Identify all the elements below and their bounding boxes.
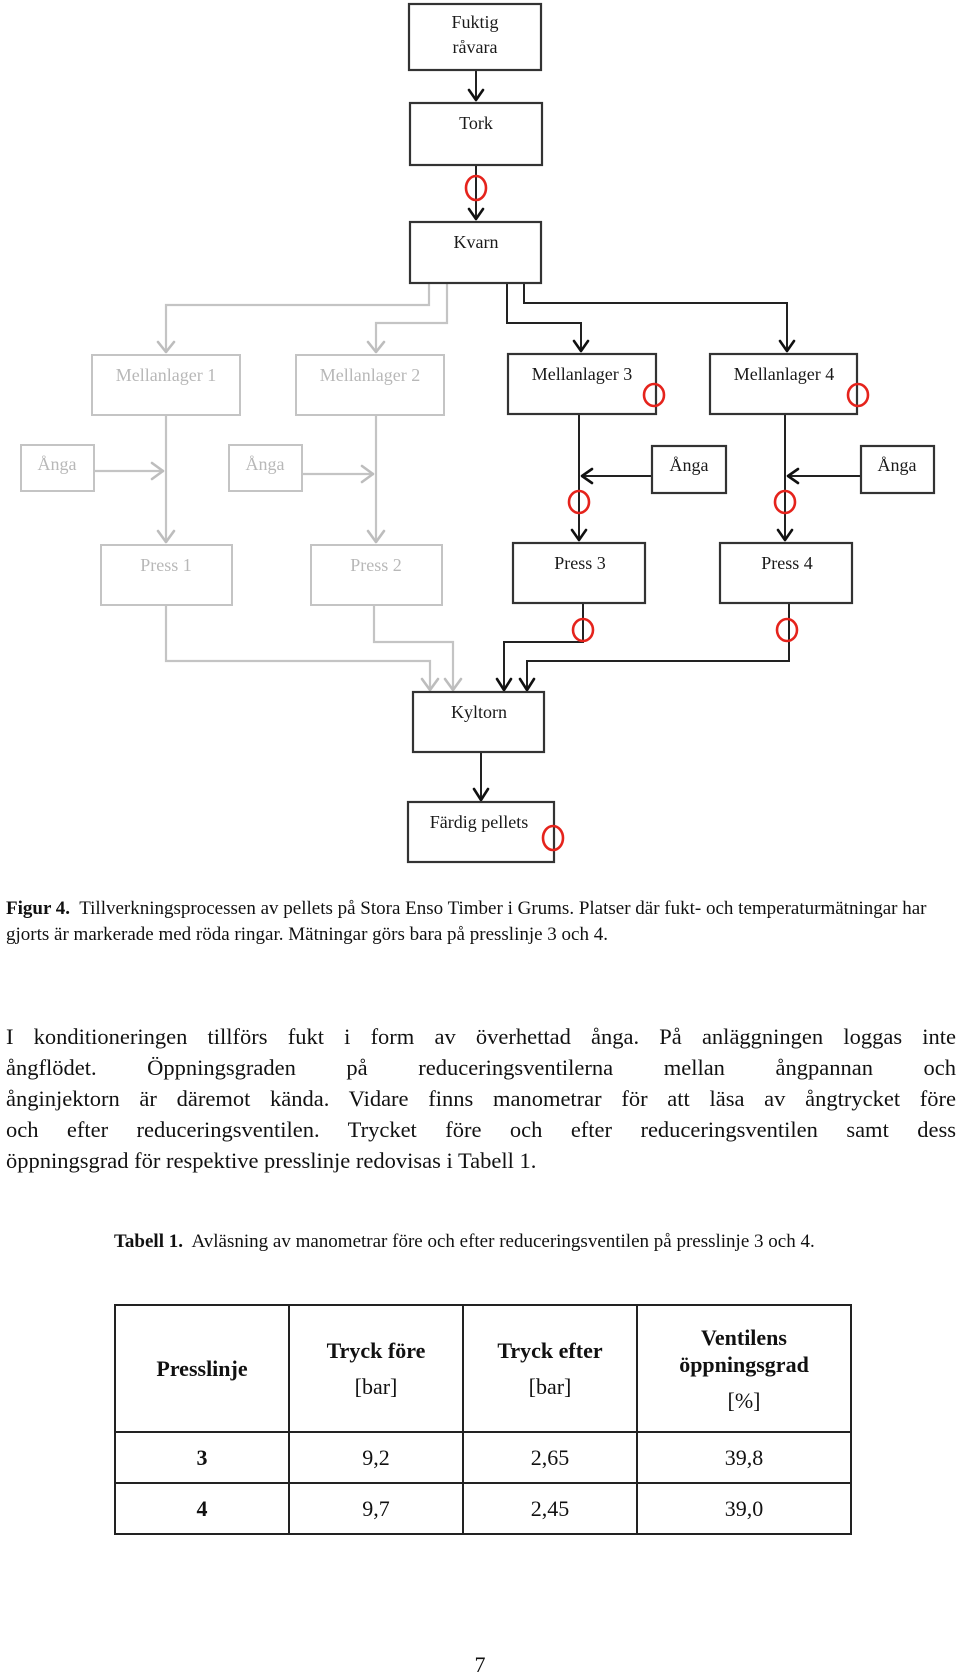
table-caption: Tabell 1. Avläsning av manometrar före o…: [114, 1228, 854, 1255]
node-fuktig-ravara: Fuktig råvara: [407, 2, 543, 72]
table-header-row: Presslinje Tryck före [bar] Tryck efter …: [114, 1304, 852, 1433]
node-press-4: Press 4: [718, 541, 854, 605]
node-mellanlager-1: Mellanlager 1: [91, 354, 241, 416]
header-title: Tryck före: [326, 1337, 426, 1363]
node-anga-4: Ånga: [859, 444, 936, 495]
connector-kvarn-mellanlager-2: [374, 283, 449, 353]
pressure-table: Presslinje Tryck före [bar] Tryck efter …: [114, 1304, 852, 1535]
process-flow-diagram: Fuktig råvara Tork Kvarn Mellanlager 1 M…: [20, 2, 936, 864]
node-fardig-pellets: Färdig pellets: [406, 800, 556, 864]
paragraph-line: I konditioneringen tillförs fukt i form …: [6, 1024, 956, 1049]
header-presslinje: Presslinje: [114, 1304, 290, 1433]
node-label: Press 1: [140, 555, 192, 575]
node-label: Mellanlager 2: [320, 365, 420, 385]
cell-presslinje: 3: [114, 1431, 290, 1484]
connector-press-2-kyltorn: [372, 605, 455, 690]
node-tork: Tork: [408, 101, 544, 167]
node-kyltorn: Kyltorn: [411, 690, 546, 754]
node-label: Färdig pellets: [430, 812, 528, 832]
node-label: Press 2: [350, 555, 402, 575]
cell-tryck-fore: 9,7: [288, 1482, 464, 1535]
figure-caption-label: Figur 4.: [6, 898, 71, 919]
node-press-3: Press 3: [511, 541, 647, 605]
node-label: Ånga: [38, 454, 77, 474]
node-press-1: Press 1: [100, 544, 233, 606]
node-label: Mellanlager 1: [116, 365, 216, 385]
node-label: Kvarn: [454, 232, 499, 252]
table-row: 4 9,7 2,45 39,0: [114, 1482, 852, 1535]
header-unit: [%]: [727, 1387, 761, 1413]
connector-press-1-kyltorn: [164, 605, 432, 690]
table-caption-text: Avläsning av manometrar före och efter r…: [191, 1231, 815, 1252]
table-caption-label: Tabell 1.: [114, 1231, 183, 1252]
connector-kvarn-mellanlager-1: [164, 283, 431, 353]
node-anga-3: Ånga: [650, 444, 728, 495]
header-title: Ventilens öppningsgrad: [679, 1324, 809, 1377]
header-unit: [bar]: [354, 1373, 398, 1399]
header-tryck-efter: Tryck efter [bar]: [462, 1304, 638, 1433]
header-title: Tryck efter: [497, 1337, 603, 1363]
node-label: Fuktig: [451, 12, 498, 32]
header-ventilens-oppningsgrad: Ventilens öppningsgrad [%]: [636, 1304, 852, 1433]
node-mellanlager-2: Mellanlager 2: [295, 354, 445, 416]
node-anga-1: Ånga: [20, 444, 95, 492]
node-label: Tork: [459, 113, 493, 133]
connector-press-4-kyltorn: [526, 603, 790, 690]
node-label: Kyltorn: [451, 702, 507, 722]
connector-kvarn-mellanlager-3: [506, 283, 582, 352]
node-label: Ånga: [246, 454, 285, 474]
cell-oppningsgrad: 39,0: [636, 1482, 852, 1535]
node-label: Ånga: [670, 455, 709, 475]
paragraph-line: ångflödet. Öppningsgraden på reducerings…: [6, 1055, 956, 1080]
page-number: 7: [474, 1652, 486, 1677]
cell-presslinje: 4: [114, 1482, 290, 1535]
node-mellanlager-4: Mellanlager 4: [708, 352, 859, 416]
active-connectors: [475, 70, 861, 800]
node-label: råvara: [453, 37, 498, 57]
node-label: Mellanlager 3: [532, 364, 632, 384]
node-label: Press 3: [554, 553, 606, 573]
cell-tryck-efter: 2,65: [462, 1431, 638, 1484]
cell-oppningsgrad: 39,8: [636, 1431, 852, 1484]
node-kvarn: Kvarn: [408, 220, 543, 285]
connector-kvarn-mellanlager-4: [523, 283, 788, 352]
node-mellanlager-3: Mellanlager 3: [506, 352, 658, 416]
header-tryck-fore: Tryck före [bar]: [288, 1304, 464, 1433]
node-anga-2: Ånga: [228, 444, 303, 492]
header-title: Presslinje: [156, 1355, 248, 1381]
paragraph-line: öppningsgrad för respektive presslinje r…: [6, 1148, 537, 1173]
node-label: Mellanlager 4: [734, 364, 834, 384]
figure-caption-text: Tillverkningsprocessen av pellets på Sto…: [6, 898, 927, 945]
node-press-2: Press 2: [310, 544, 443, 606]
paragraph-line: och efter reduceringsventilen. Trycket f…: [6, 1117, 956, 1142]
node-label: Ånga: [878, 455, 917, 475]
connector-press-3-kyltorn: [503, 603, 584, 690]
cell-tryck-efter: 2,45: [462, 1482, 638, 1535]
header-unit: [bar]: [528, 1373, 572, 1399]
body-paragraph: I konditioneringen tillförs fukt i form …: [6, 1021, 956, 1176]
node-label: Press 4: [761, 553, 813, 573]
paragraph-line: ånginjektorn är däremot kända. Vidare fi…: [6, 1086, 956, 1111]
measurement-ring-icon: [775, 617, 799, 643]
table-row: 3 9,2 2,65 39,8: [114, 1431, 852, 1484]
figure-caption: Figur 4. Tillverkningsprocessen av pelle…: [6, 896, 936, 948]
cell-tryck-fore: 9,2: [288, 1431, 464, 1484]
